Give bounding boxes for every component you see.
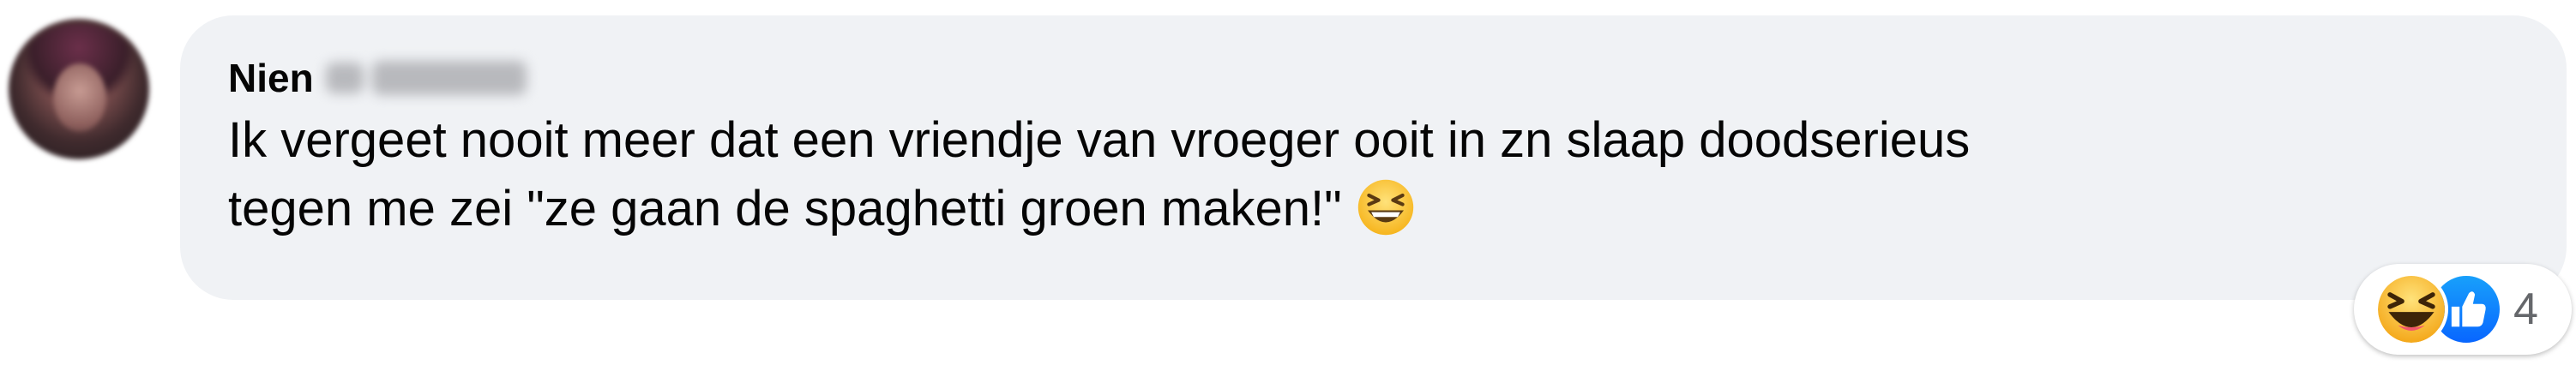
laughing-emoji-icon: [1357, 179, 1413, 236]
reaction-icons: [2374, 272, 2503, 346]
haha-reaction-icon: [2374, 272, 2448, 346]
comment-bubble: Nien Ik vergeet nooit meer dat een vrien…: [180, 15, 2567, 300]
author-surname-blurred: [325, 61, 527, 95]
avatar-face: [53, 63, 106, 132]
author-avatar[interactable]: [9, 19, 149, 159]
author-name[interactable]: Nien: [228, 55, 314, 101]
reactions-summary[interactable]: 4: [2354, 264, 2572, 355]
comment-text: Ik vergeet nooit meer dat een vriendje v…: [228, 106, 2543, 243]
reaction-count: 4: [2513, 284, 2538, 334]
comment-body: Ik vergeet nooit meer dat een vriendje v…: [228, 112, 1971, 236]
author-row: Nien: [228, 48, 527, 108]
